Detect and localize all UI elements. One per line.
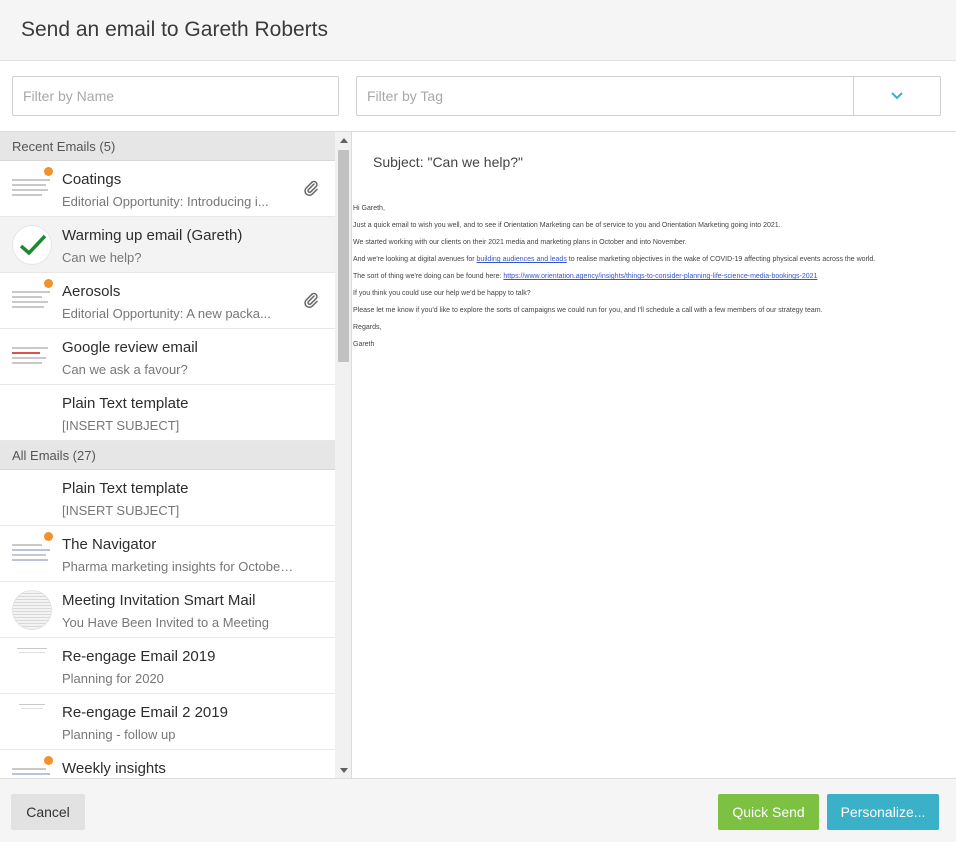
- email-title: Plain Text template: [62, 395, 189, 412]
- notification-dot: [44, 279, 53, 288]
- scroll-up-arrow-icon[interactable]: [335, 132, 351, 148]
- email-thumbnail: [12, 167, 53, 209]
- email-thumbnail: [12, 279, 53, 321]
- email-title: Re-engage Email 2019: [62, 648, 216, 665]
- email-title: Coatings: [62, 171, 122, 188]
- filter-bar: [12, 76, 941, 116]
- personalize-button[interactable]: Personalize...: [827, 794, 939, 830]
- dialog-title: Send an email to Gareth Roberts: [21, 18, 329, 41]
- filter-by-name-input[interactable]: [12, 76, 339, 116]
- email-title: The Navigator: [62, 536, 157, 553]
- chevron-down-icon: [891, 92, 903, 100]
- email-list-pane: Recent Emails (5) Coatings Editorial Opp…: [0, 132, 352, 778]
- paperclip-icon: [304, 292, 318, 308]
- email-item-reengage-2019[interactable]: Re-engage Email 2019 Planning for 2020: [0, 638, 335, 694]
- filter-by-tag-select[interactable]: [356, 76, 941, 116]
- recent-emails-header: Recent Emails (5): [0, 132, 335, 161]
- email-subject: Editorial Opportunity: Introducing i...: [62, 194, 269, 209]
- body-line: We started working with our clients on t…: [353, 239, 687, 246]
- insights-url-link[interactable]: https://www.orientation.agency/insights/…: [503, 273, 817, 280]
- paperclip-icon: [304, 180, 318, 196]
- email-item-plain-text[interactable]: Plain Text template [INSERT SUBJECT]: [0, 470, 335, 526]
- notification-dot: [44, 167, 53, 176]
- email-item-weekly-insights[interactable]: Weekly insights: [0, 750, 335, 778]
- building-audiences-link[interactable]: building audiences and leads: [477, 256, 567, 263]
- email-subject: Planning - follow up: [62, 727, 176, 742]
- email-subject: Can we help?: [62, 250, 142, 265]
- tag-dropdown-button[interactable]: [853, 77, 940, 115]
- scroll-down-arrow-icon[interactable]: [335, 762, 351, 778]
- body-line: Just a quick email to wish you well, and…: [353, 222, 781, 229]
- email-thumbnail: [12, 590, 52, 630]
- body-line: The sort of thing we're doing can be fou…: [353, 268, 953, 285]
- email-title: Plain Text template: [62, 480, 189, 497]
- email-subject: Can we ask a favour?: [62, 362, 188, 377]
- email-subject: [INSERT SUBJECT]: [62, 503, 180, 518]
- checkmark-icon: [19, 234, 47, 256]
- cancel-button[interactable]: Cancel: [11, 794, 85, 830]
- email-subject: You Have Been Invited to a Meeting: [62, 615, 269, 630]
- body-text: And we're looking at digital avenues for: [353, 256, 477, 263]
- body-greeting: Hi Gareth,: [353, 205, 385, 212]
- email-preview-pane: Subject: "Can we help?" Hi Gareth, Just …: [353, 132, 956, 778]
- preview-body: Hi Gareth, Just a quick email to wish yo…: [353, 200, 953, 353]
- email-thumbnail: [12, 225, 52, 265]
- dialog-footer: Cancel Quick Send Personalize...: [0, 778, 956, 842]
- email-item-coatings[interactable]: Coatings Editorial Opportunity: Introduc…: [0, 161, 335, 217]
- body-text: to realise marketing objectives in the w…: [566, 256, 876, 263]
- email-item-plain-text-recent[interactable]: Plain Text template [INSERT SUBJECT]: [0, 385, 335, 441]
- email-item-navigator[interactable]: The Navigator Pharma marketing insights …: [0, 526, 335, 582]
- list-scrollbar[interactable]: [335, 132, 351, 778]
- email-item-warming-up[interactable]: Warming up email (Gareth) Can we help?: [0, 217, 335, 273]
- body-signature: Gareth: [353, 341, 375, 348]
- email-title: Weekly insights: [62, 760, 166, 777]
- email-thumbnail: [12, 337, 52, 377]
- all-emails-header: All Emails (27): [0, 441, 335, 470]
- email-subject: [INSERT SUBJECT]: [62, 418, 180, 433]
- notification-dot: [44, 532, 53, 541]
- email-thumbnail: [12, 646, 52, 686]
- email-title: Warming up email (Gareth): [62, 227, 243, 244]
- email-title: Re-engage Email 2 2019: [62, 704, 228, 721]
- body-text: The sort of thing we're doing can be fou…: [353, 273, 504, 280]
- email-title: Meeting Invitation Smart Mail: [62, 592, 256, 609]
- send-email-dialog: Send an email to Gareth Roberts Recent E…: [0, 0, 956, 842]
- body-line: Please let me know if you'd like to expl…: [353, 307, 823, 314]
- body-signoff: Regards,: [353, 324, 382, 331]
- email-subject: Editorial Opportunity: A new packa...: [62, 306, 271, 321]
- email-thumbnail: [12, 532, 53, 574]
- email-title: Aerosols: [62, 283, 121, 300]
- email-title: Google review email: [62, 339, 198, 356]
- quick-send-button[interactable]: Quick Send: [718, 794, 819, 830]
- scrollbar-thumb[interactable]: [338, 150, 349, 362]
- email-item-aerosols[interactable]: Aerosols Editorial Opportunity: A new pa…: [0, 273, 335, 329]
- email-list[interactable]: Recent Emails (5) Coatings Editorial Opp…: [0, 132, 335, 778]
- email-thumbnail: [12, 702, 52, 742]
- email-subject: Pharma marketing insights for October...: [62, 559, 294, 574]
- email-item-meeting-invitation[interactable]: Meeting Invitation Smart Mail You Have B…: [0, 582, 335, 638]
- preview-subject: Subject: "Can we help?": [373, 154, 524, 170]
- notification-dot: [44, 756, 53, 765]
- body-line: And we're looking at digital avenues for…: [353, 251, 953, 268]
- email-item-reengage-2-2019[interactable]: Re-engage Email 2 2019 Planning - follow…: [0, 694, 335, 750]
- body-line: If you think you could use our help we'd…: [353, 290, 531, 297]
- email-subject: Planning for 2020: [62, 671, 164, 686]
- email-thumbnail: [12, 756, 53, 778]
- dialog-header: Send an email to Gareth Roberts: [0, 0, 956, 61]
- email-item-google-review[interactable]: Google review email Can we ask a favour?: [0, 329, 335, 385]
- filter-by-tag-input[interactable]: [357, 77, 853, 115]
